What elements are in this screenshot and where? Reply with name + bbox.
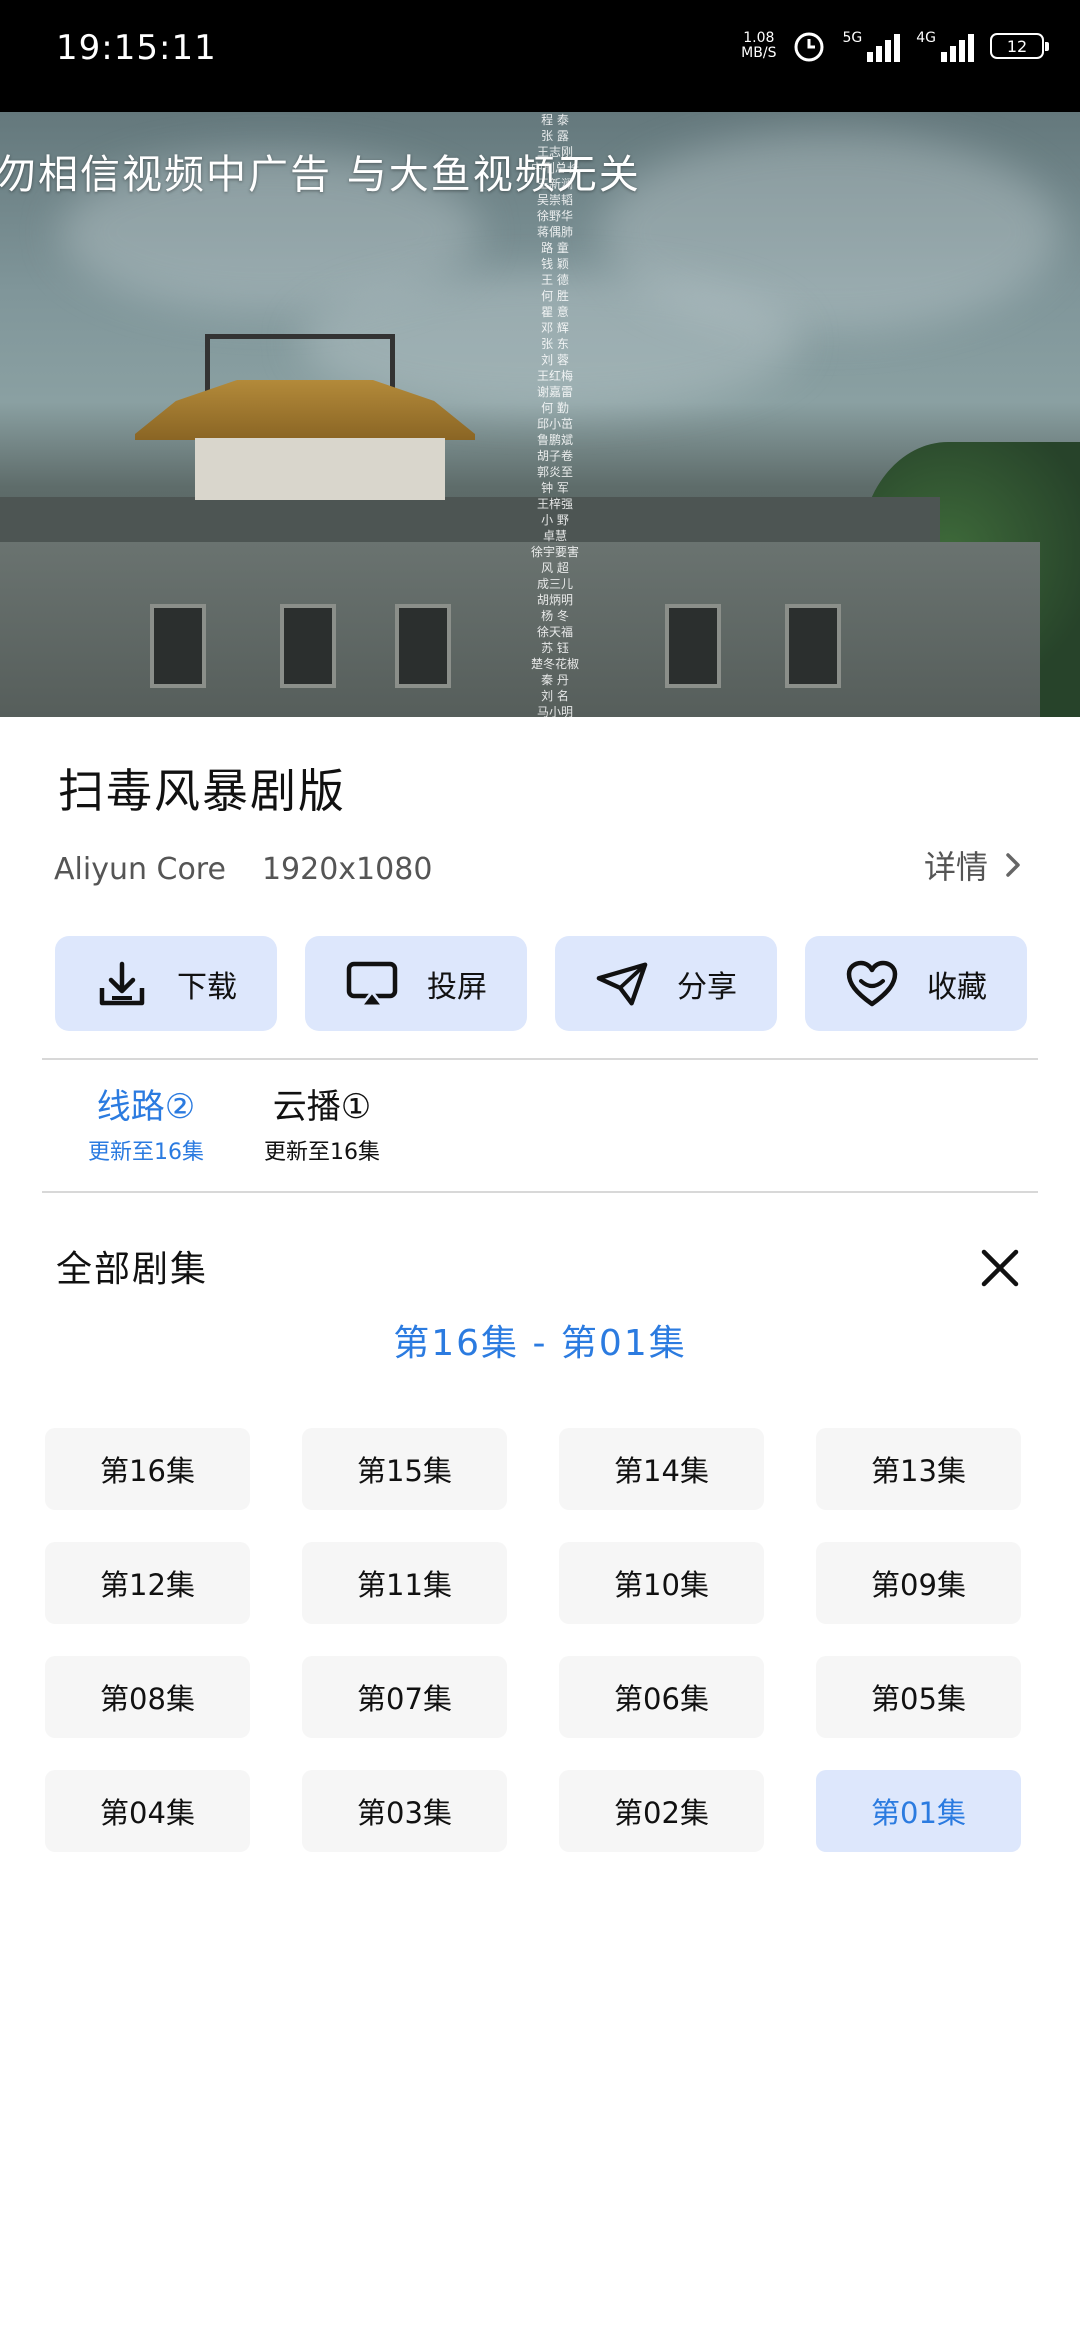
download-icon: [95, 957, 149, 1011]
credit-line: 成三儿: [536, 577, 573, 591]
episode-button[interactable]: 第13集: [816, 1428, 1021, 1510]
cast-icon: [345, 957, 399, 1011]
credit-line: 蒋偶肺: [536, 225, 573, 239]
share-button[interactable]: 分享: [555, 936, 777, 1031]
network-speed: 1.08 MB/S: [741, 30, 777, 61]
credit-line: 马小明: [536, 705, 573, 717]
source-tab-line[interactable]: 线路② 更新至16集: [88, 1086, 204, 1166]
favorite-icon: [845, 957, 899, 1011]
episode-button[interactable]: 第01集: [816, 1770, 1021, 1852]
credit-line: 何 勤: [541, 401, 569, 415]
resolution: 1920x1080: [261, 852, 433, 887]
signal-4g-icon: 4G: [916, 30, 974, 62]
credit-line: 刘 名: [541, 689, 569, 703]
credit-line: 鲁鹏斌: [536, 433, 573, 447]
credit-line: 瞿 意: [541, 305, 569, 319]
credit-line: 刘 蓉: [541, 353, 569, 367]
episode-button[interactable]: 第05集: [816, 1656, 1021, 1738]
episode-button[interactable]: 第08集: [45, 1656, 250, 1738]
credit-line: 徐天福: [536, 625, 573, 639]
status-icons: 1.08 MB/S 5G 4G 12: [741, 26, 1049, 66]
episode-range-selector[interactable]: 第16集 - 第01集: [0, 1314, 1080, 1366]
episode-button[interactable]: 第02集: [559, 1770, 764, 1852]
credit-line: 王 德: [541, 273, 569, 287]
close-icon[interactable]: [978, 1246, 1022, 1290]
ad-warning-marquee: 勿相信视频中广告 与大鱼视频无关: [0, 152, 641, 198]
credit-line: 何 胜: [541, 289, 569, 303]
credit-line: 徐野华: [536, 209, 573, 223]
cast-button[interactable]: 投屏: [305, 936, 527, 1031]
episode-button[interactable]: 第03集: [302, 1770, 507, 1852]
credit-line: 风 超: [541, 561, 569, 575]
credit-line: 郭炎至: [536, 465, 573, 479]
credit-line: 秦 丹: [541, 673, 569, 687]
action-bar: 下载 投屏 分享 收藏: [55, 936, 1027, 1031]
credits-text: 程 泰 张 露王志刚 中刑总长 王新澜 吴崇韬 徐野华 蒋偶肺路 童钱 颖王 德何 胜瞿 …: [480, 112, 630, 717]
credit-line: 谢嘉雷: [536, 385, 573, 399]
status-bar: 19:15:11 1.08 MB/S 5G 4G 12: [0, 0, 1080, 112]
episode-button[interactable]: 第14集: [559, 1428, 764, 1510]
all-episodes-title: 全部剧集: [56, 1249, 209, 1290]
episode-button[interactable]: 第12集: [45, 1542, 250, 1624]
credit-line: 邱小茁: [536, 417, 573, 431]
credit-line: 卓慧: [542, 529, 567, 543]
credit-line: 邓 辉: [541, 321, 569, 335]
credit-line: 王梓强: [536, 497, 573, 511]
download-button[interactable]: 下载: [55, 936, 277, 1031]
episode-button[interactable]: 第11集: [302, 1542, 507, 1624]
credit-line: 张 东: [541, 337, 569, 351]
status-time: 19:15:11: [56, 28, 217, 68]
credit-line: 王红梅: [536, 369, 573, 383]
credit-line: 苏 钰: [541, 641, 569, 655]
source-tab-cloud[interactable]: 云播① 更新至16集: [264, 1086, 380, 1166]
episode-button[interactable]: 第07集: [302, 1656, 507, 1738]
details-label: 详情: [923, 848, 988, 886]
credit-line: 程 泰: [541, 113, 569, 127]
battery-icon: 12: [990, 33, 1049, 59]
episode-button[interactable]: 第10集: [559, 1542, 764, 1624]
credit-line: 胡炳明: [536, 593, 573, 607]
episode-button[interactable]: 第16集: [45, 1428, 250, 1510]
source-name: Aliyun Core: [54, 852, 226, 887]
credit-line: 杨 冬: [541, 609, 569, 623]
favorite-button[interactable]: 收藏: [805, 936, 1027, 1031]
signal-5g-icon: 5G: [842, 30, 901, 62]
episode-grid: 第16集 第15集 第14集 第13集第12集 第11集 第10集 第09集第08集 第07集…: [45, 1428, 1021, 1852]
divider: [42, 1191, 1038, 1193]
source-tabs: 线路② 更新至16集 云播① 更新至16集: [88, 1086, 380, 1166]
episode-button[interactable]: 第06集: [559, 1656, 764, 1738]
credit-line: 徐宇要害: [530, 545, 579, 559]
credit-line: 钱 颖: [541, 257, 569, 271]
source-info: Aliyun Core 1920x1080: [54, 852, 432, 887]
show-title: 扫毒风暴剧版: [58, 764, 346, 818]
share-icon: [595, 957, 649, 1011]
episode-button[interactable]: 第15集: [302, 1428, 507, 1510]
details-link[interactable]: 详情: [924, 842, 1024, 888]
chevron-right-icon: [1006, 853, 1020, 877]
video-player[interactable]: 程 泰 张 露王志刚 中刑总长 王新澜 吴崇韬 徐野华 蒋偶肺路 童钱 颖王 德何 胜瞿 …: [0, 112, 1080, 717]
episode-button[interactable]: 第09集: [816, 1542, 1021, 1624]
credit-line: 楚冬花椒: [530, 657, 579, 671]
episode-button[interactable]: 第04集: [45, 1770, 250, 1852]
divider: [42, 1058, 1038, 1060]
credit-line: 小 野: [541, 513, 569, 527]
credit-line: 路 童: [541, 241, 569, 255]
alarm-icon: [794, 32, 824, 62]
credit-line: 胡子卷: [536, 449, 573, 463]
credit-line: 钟 军: [541, 481, 569, 495]
